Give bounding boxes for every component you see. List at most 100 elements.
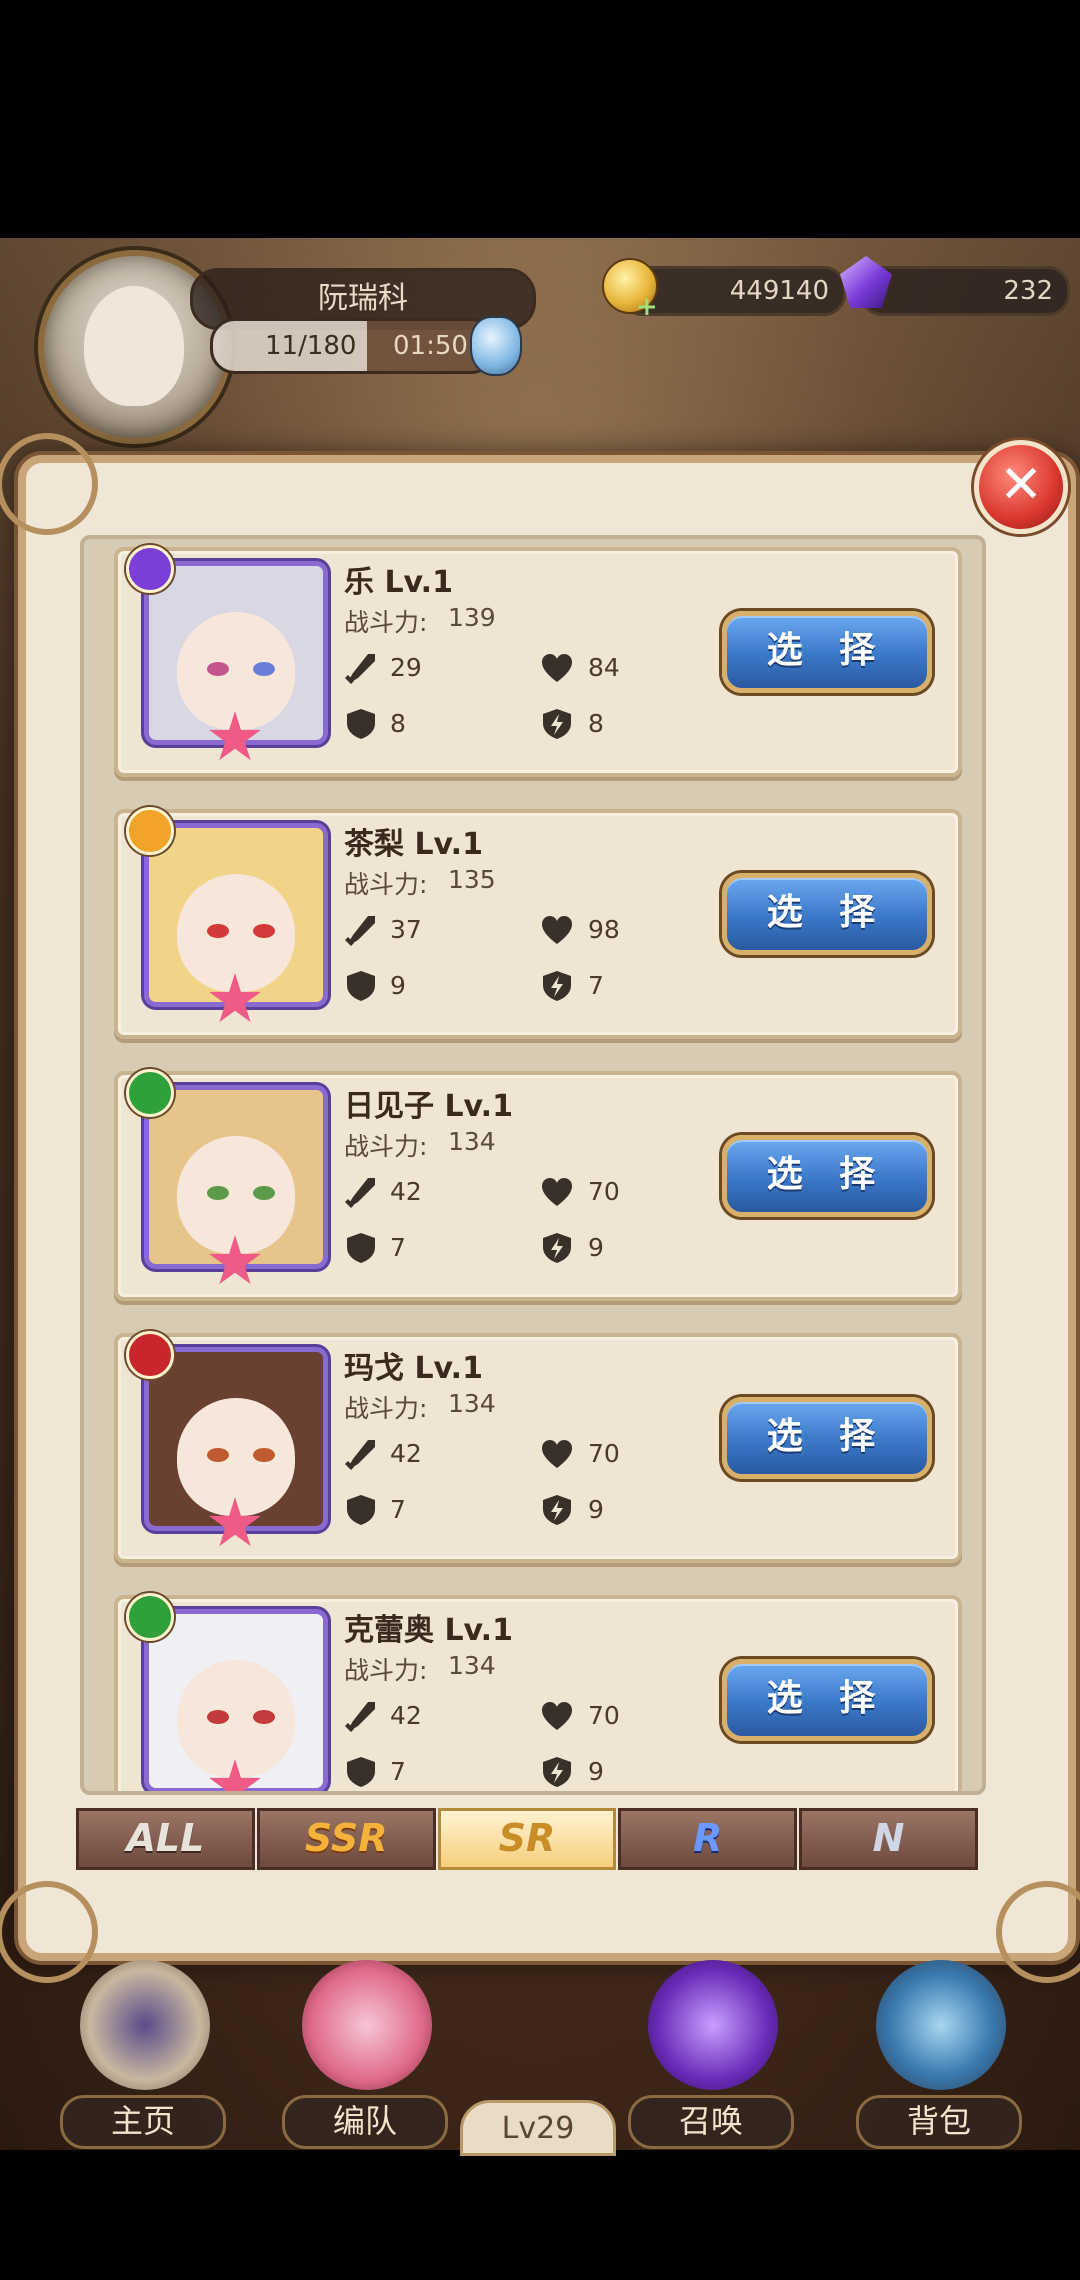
- nav-team[interactable]: 编队: [272, 1950, 452, 2150]
- hero-eye: [207, 1448, 229, 1462]
- hp-value: 84: [588, 653, 620, 682]
- speed-bolt-shield-icon: [540, 707, 574, 741]
- hero-name: 玛戈 Lv.1: [344, 1351, 483, 1386]
- hero-face: [177, 874, 295, 992]
- hp-heart-icon: [540, 1699, 574, 1733]
- power-label: 战斗力:: [344, 1656, 428, 1685]
- hero-eye: [207, 924, 229, 938]
- attack-sword-icon: [344, 1699, 378, 1733]
- hp-heart-icon: [540, 1175, 574, 1209]
- tab-n[interactable]: N: [799, 1808, 978, 1870]
- power-value: 134: [448, 1127, 496, 1156]
- hero-eye: [207, 1710, 229, 1724]
- speed-value: 9: [588, 1757, 604, 1786]
- hp-value: 70: [588, 1177, 620, 1206]
- defense-value: 7: [390, 1495, 406, 1524]
- hero-list[interactable]: 乐 Lv.1 战斗力: 139 29 84 8 8 选 择 茶梨 Lv.1 战斗…: [80, 535, 986, 1795]
- hero-card[interactable]: 茶梨 Lv.1 战斗力: 135 37 98 9 7 选 择: [114, 807, 962, 1039]
- hero-eye: [207, 1186, 229, 1200]
- speed-value: 9: [588, 1233, 604, 1262]
- speed-value: 8: [588, 709, 604, 738]
- add-stamina-potion-icon[interactable]: [470, 316, 522, 376]
- defense-value: 8: [390, 709, 406, 738]
- stamina-count: 11/180: [265, 331, 357, 361]
- power-label: 战斗力:: [344, 1394, 428, 1423]
- attack-sword-icon: [344, 1437, 378, 1471]
- tab-r[interactable]: R: [618, 1808, 798, 1870]
- castle-gate-icon: [80, 1960, 210, 2090]
- hp-value: 70: [588, 1701, 620, 1730]
- fire-icon: [126, 1331, 174, 1379]
- select-button[interactable]: 选 择: [722, 611, 932, 693]
- stamina-bar: 11/180 01:50: [210, 318, 496, 374]
- select-button[interactable]: 选 择: [722, 1659, 932, 1741]
- rarity-tabs: ALL SSR SR R N: [76, 1808, 980, 1870]
- power-label: 战斗力:: [344, 870, 428, 899]
- select-button[interactable]: 选 择: [722, 1397, 932, 1479]
- player-level: Lv29: [460, 2100, 616, 2156]
- speed-value: 7: [588, 971, 604, 1000]
- attack-value: 42: [390, 1439, 422, 1468]
- select-button[interactable]: 选 择: [722, 873, 932, 955]
- hp-heart-icon: [540, 913, 574, 947]
- hero-eye: [253, 1448, 275, 1462]
- hero-card[interactable]: 克蕾奥 Lv.1 战斗力: 134 42 70 7 9 选 择: [114, 1593, 962, 1791]
- attack-sword-icon: [344, 651, 378, 685]
- hero-face: [177, 1660, 295, 1778]
- frame-ornament: [0, 433, 98, 535]
- select-button[interactable]: 选 择: [722, 1135, 932, 1217]
- hero-eye: [253, 662, 275, 676]
- power-label: 战斗力:: [344, 1132, 428, 1161]
- backpack-icon: [876, 1960, 1006, 2090]
- defense-shield-icon: [344, 1231, 378, 1265]
- defense-value: 7: [390, 1757, 406, 1786]
- tab-all[interactable]: ALL: [76, 1808, 255, 1870]
- nav-bag[interactable]: 背包: [846, 1950, 1026, 2150]
- light-icon: [126, 807, 174, 855]
- attack-value: 42: [390, 1701, 422, 1730]
- hp-heart-icon: [540, 651, 574, 685]
- defense-shield-icon: [344, 1493, 378, 1527]
- hero-card[interactable]: 日见子 Lv.1 战斗力: 134 42 70 7 9 选 择: [114, 1069, 962, 1301]
- speed-bolt-shield-icon: [540, 969, 574, 1003]
- hp-value: 98: [588, 915, 620, 944]
- defense-value: 7: [390, 1233, 406, 1262]
- hero-eye: [207, 662, 229, 676]
- hero-card[interactable]: 玛戈 Lv.1 战斗力: 134 42 70 7 9 选 择: [114, 1331, 962, 1563]
- attack-sword-icon: [344, 913, 378, 947]
- defense-shield-icon: [344, 707, 378, 741]
- speed-value: 9: [588, 1495, 604, 1524]
- attack-value: 29: [390, 653, 422, 682]
- speed-bolt-shield-icon: [540, 1231, 574, 1265]
- tab-sr[interactable]: SR: [437, 1808, 617, 1870]
- wind-icon: [126, 1069, 174, 1117]
- speed-bolt-shield-icon: [540, 1755, 574, 1789]
- hero-face: [177, 612, 295, 730]
- attack-sword-icon: [344, 1175, 378, 1209]
- attack-value: 42: [390, 1177, 422, 1206]
- gem-amount: 232: [860, 266, 1070, 316]
- close-button[interactable]: ✕: [974, 440, 1068, 534]
- power-value: 135: [448, 865, 496, 894]
- nav-label: 背包: [856, 2095, 1022, 2149]
- hero-face: [177, 1136, 295, 1254]
- hp-heart-icon: [540, 1437, 574, 1471]
- power-value: 134: [448, 1389, 496, 1418]
- stamina-timer: 01:50: [393, 331, 468, 361]
- hero-card[interactable]: 乐 Lv.1 战斗力: 139 29 84 8 8 选 择: [114, 545, 962, 777]
- defense-value: 9: [390, 971, 406, 1000]
- nav-home[interactable]: 主页: [50, 1950, 230, 2150]
- defense-shield-icon: [344, 969, 378, 1003]
- nav-label: 主页: [60, 2095, 226, 2149]
- nav-label: 编队: [282, 2095, 448, 2149]
- power-value: 134: [448, 1651, 496, 1680]
- moon-icon: [126, 545, 174, 593]
- hp-value: 70: [588, 1439, 620, 1468]
- tab-ssr[interactable]: SSR: [256, 1808, 436, 1870]
- defense-shield-icon: [344, 1755, 378, 1789]
- power-label: 战斗力:: [344, 608, 428, 637]
- team-character-icon: [302, 1960, 432, 2090]
- hero-name: 克蕾奥 Lv.1: [344, 1613, 513, 1648]
- nav-summon[interactable]: 召唤: [618, 1950, 798, 2150]
- add-gold-icon[interactable]: +: [636, 294, 658, 320]
